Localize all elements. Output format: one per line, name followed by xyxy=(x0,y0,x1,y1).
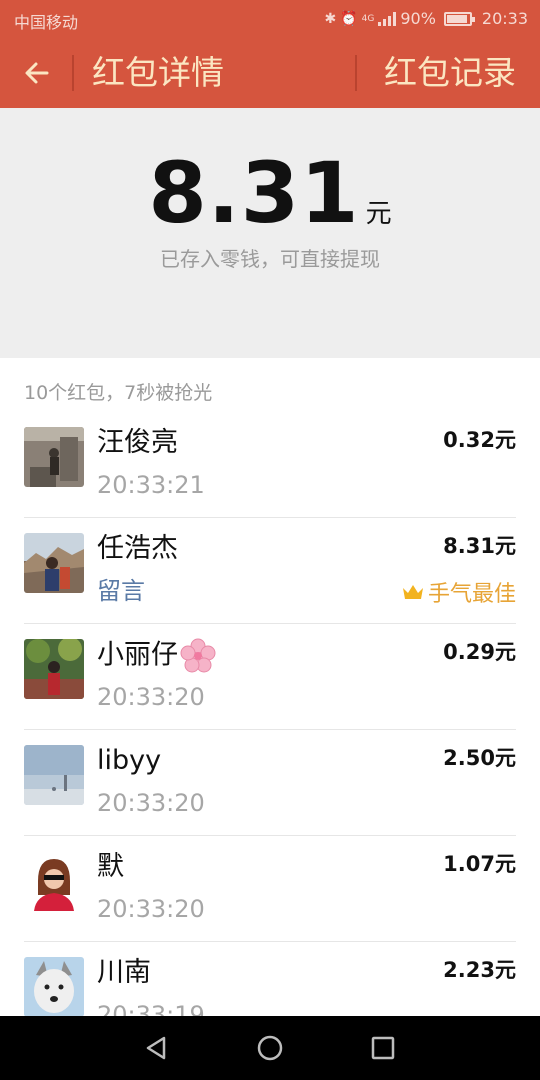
avatar[interactable] xyxy=(24,427,84,487)
best-luck-badge: 手气最佳 xyxy=(402,576,516,608)
avatar[interactable] xyxy=(24,957,84,1017)
claim-time: 20:33:20 xyxy=(97,789,205,817)
list-item[interactable]: 汪俊亮 20:33:21 0.32元 xyxy=(24,412,516,518)
avatar[interactable] xyxy=(24,533,84,593)
carrier-label: 中国移动 xyxy=(14,13,79,32)
claimed-amount: 8.31元 xyxy=(443,534,516,558)
header-divider xyxy=(355,55,357,91)
record-button[interactable]: 红包记录 xyxy=(384,52,516,94)
claimed-amount: 2.50元 xyxy=(443,746,516,770)
triangle-back-icon xyxy=(146,1036,165,1060)
amount-row: 8.31 元 xyxy=(0,144,540,242)
street-photo-avatar xyxy=(24,427,84,487)
avatar[interactable] xyxy=(24,639,84,699)
leave-message-link[interactable]: 留言 xyxy=(97,576,145,606)
sky-photo-avatar xyxy=(24,745,84,805)
recipient-name: 汪俊亮 xyxy=(97,427,178,458)
nav-back-button[interactable] xyxy=(137,1028,177,1068)
amount-unit: 元 xyxy=(365,199,392,229)
dog-avatar xyxy=(24,957,84,1017)
arrow-left-icon xyxy=(25,62,49,84)
network-type-label: 4G xyxy=(361,13,375,24)
torn-edge-divider xyxy=(0,300,540,344)
list-item[interactable]: 小丽仔 20:33:20 0.29元 xyxy=(24,624,516,730)
avatar[interactable] xyxy=(24,851,84,911)
crown-icon xyxy=(402,585,423,599)
status-icons: ✱ ⏰ 4G 90% 20:33 xyxy=(324,9,528,28)
nav-home-button[interactable] xyxy=(250,1028,290,1068)
header-divider xyxy=(72,55,74,91)
recipient-name: 川南 xyxy=(97,957,151,988)
recipient-name: 小丽仔 xyxy=(97,638,216,674)
alarm-icon: ⏰ xyxy=(340,10,358,27)
clock: 20:33 xyxy=(481,9,528,28)
recipient-name: libyy xyxy=(97,745,162,776)
page-title: 红包详情 xyxy=(92,53,224,92)
recipient-list: 汪俊亮 20:33:21 0.32元 任浩杰 留言 8.31元 手气最佳 小丽仔… xyxy=(0,412,540,1048)
recipient-name-text: 小丽仔 xyxy=(97,639,178,671)
circle-home-icon xyxy=(257,1035,283,1061)
square-recents-icon xyxy=(372,1036,395,1060)
app-header: 红包详情 红包记录 xyxy=(0,38,540,108)
battery-percent: 90% xyxy=(400,9,436,28)
claim-time: 20:33:21 xyxy=(97,471,205,499)
claim-time: 20:33:20 xyxy=(97,895,205,923)
claimed-amount: 0.32元 xyxy=(443,428,516,452)
bluetooth-icon: ✱ xyxy=(324,10,337,27)
packet-summary-caption: 10个红包，7秒被抢光 xyxy=(24,382,213,404)
status-bar: 中国移动 ✱ ⏰ 4G 90% 20:33 xyxy=(0,0,540,38)
claimed-amount: 2.23元 xyxy=(443,958,516,982)
claim-time: 20:33:20 xyxy=(97,683,205,711)
tree-photo-avatar xyxy=(24,639,84,699)
list-item[interactable]: 默 20:33:20 1.07元 xyxy=(24,836,516,942)
best-luck-label: 手气最佳 xyxy=(427,582,516,607)
claimed-amount: 1.07元 xyxy=(443,852,516,876)
list-item[interactable]: libyy 20:33:20 2.50元 xyxy=(24,730,516,836)
back-button[interactable] xyxy=(16,52,58,94)
great-wall-avatar xyxy=(24,533,84,593)
signal-icon xyxy=(378,11,397,26)
avatar[interactable] xyxy=(24,745,84,805)
cherry-blossom-icon xyxy=(180,638,216,673)
list-item[interactable]: 任浩杰 留言 8.31元 手气最佳 xyxy=(24,518,516,624)
recipient-name: 任浩杰 xyxy=(97,533,178,564)
saved-to-wallet-note[interactable]: 已存入零钱，可直接提现 xyxy=(0,243,540,272)
system-navigation-bar xyxy=(0,1016,540,1080)
recipient-name: 默 xyxy=(97,851,124,882)
woman-portrait-avatar xyxy=(24,851,84,911)
received-amount: 8.31 xyxy=(148,144,360,242)
battery-icon xyxy=(443,11,475,26)
claimed-amount: 0.29元 xyxy=(443,640,516,664)
nav-recents-button[interactable] xyxy=(363,1028,403,1068)
